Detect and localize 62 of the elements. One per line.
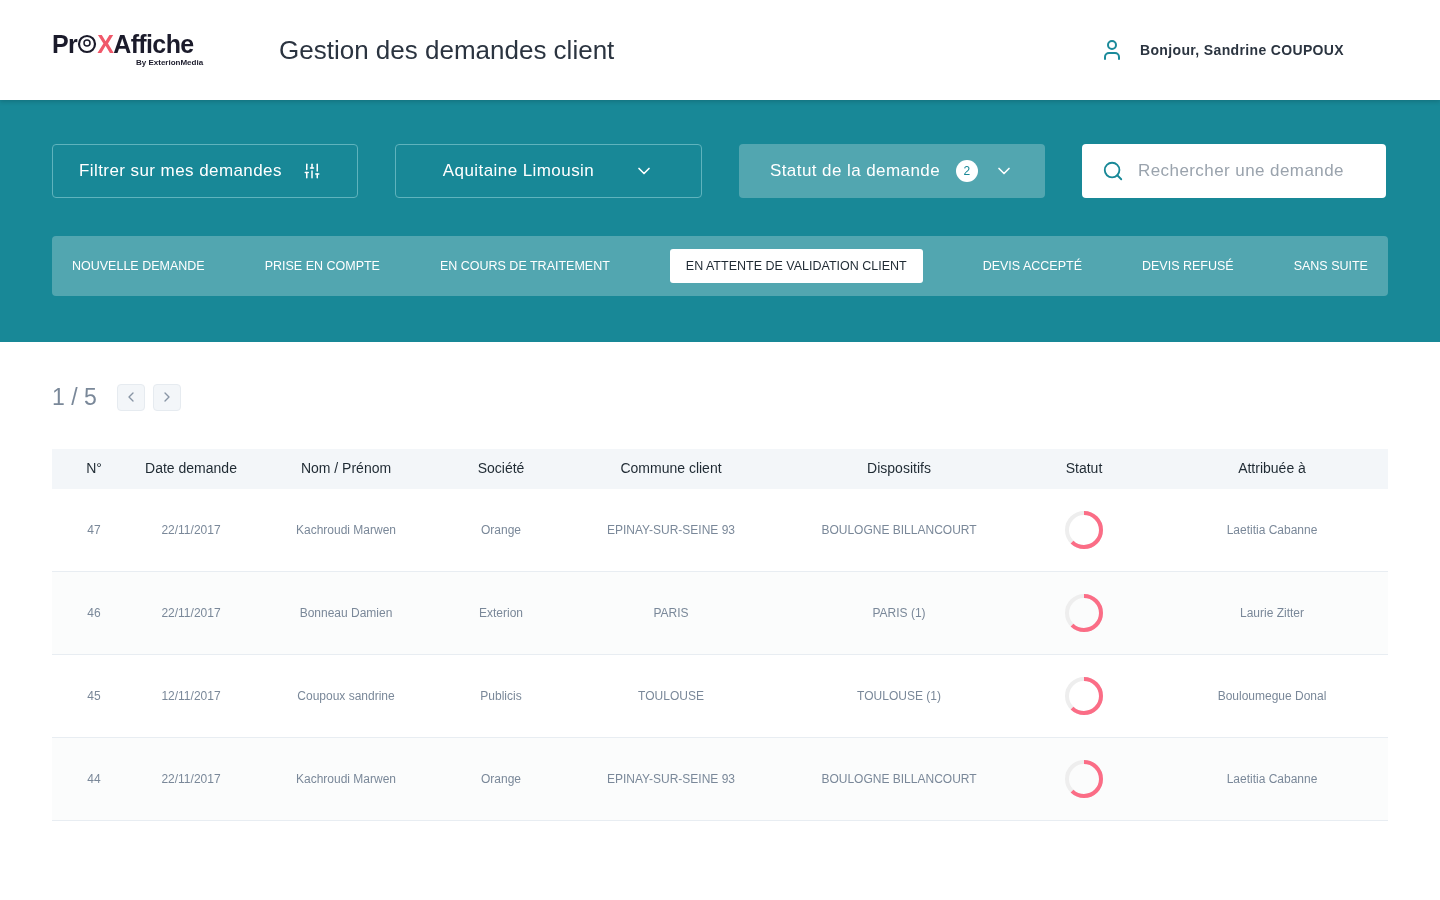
table-cell-text: Orange: [480, 521, 522, 539]
column-header: Société: [476, 459, 526, 478]
table-cell-text: Publicis: [479, 687, 523, 705]
region-dropdown[interactable]: Aquitaine Limousin: [395, 144, 702, 198]
status-tab[interactable]: EN COURS DE TRAITEMENT: [439, 249, 610, 283]
status-tab[interactable]: DEVIS REFUSÉ: [1141, 249, 1234, 283]
table-cell-text: Bouloumegue Donal: [1216, 687, 1328, 705]
next-page-button[interactable]: [152, 383, 181, 411]
column-header: Statut: [1064, 459, 1104, 478]
progress-ring: [1063, 674, 1105, 717]
status-tab[interactable]: NOUVELLE DEMANDE: [72, 249, 205, 283]
column-header: Nom / Prénom: [299, 459, 393, 478]
table-cell-text: 47: [86, 521, 102, 539]
logo: Pr XAffiche By ExterionMedia: [52, 31, 205, 69]
status-tab[interactable]: SANS SUITE: [1293, 249, 1368, 283]
table-cell-text: EPINAY-SUR-SEINE 93: [605, 770, 736, 788]
table-cell-text: Bonneau Damien: [298, 604, 394, 622]
table-cell-text: Orange: [480, 770, 522, 788]
progress-ring: [1063, 757, 1105, 800]
table-cell-text: TOULOUSE: [637, 687, 705, 705]
table-cell-text: 45: [86, 687, 102, 705]
table-cell-text: 12/11/2017: [160, 687, 222, 705]
previous-page-button[interactable]: [116, 383, 145, 411]
status-tab[interactable]: PRISE EN COMPTE: [264, 249, 380, 283]
table-cell-text: Laetitia Cabanne: [1225, 770, 1319, 788]
table-cell-text: 22/11/2017: [160, 604, 222, 622]
search-icon: [1102, 160, 1124, 182]
table-cell-text: Kachroudi Marwen: [294, 521, 398, 539]
table-cell-text: Laetitia Cabanne: [1225, 521, 1319, 539]
table-cell-text: Exterion: [478, 604, 524, 622]
table-cell-text: TOULOUSE (1): [856, 687, 942, 705]
column-header: N°: [85, 459, 103, 478]
table-cell-text: PARIS: [652, 604, 690, 622]
column-header: Dispositifs: [866, 459, 932, 478]
greeting: Bonjour, Sandrine COUPOUX: [1140, 40, 1344, 60]
table-cell-text: EPINAY-SUR-SEINE 93: [605, 521, 736, 539]
progress-ring: [1063, 591, 1105, 634]
status-dropdown[interactable]: Statut de la demande 2: [739, 144, 1045, 198]
table-cell-text: BOULOGNE BILLANCOURT: [820, 521, 978, 539]
count-badge: 2: [956, 160, 979, 182]
table-cell-text: 44: [86, 770, 102, 788]
page-title: Gestion des demandes client: [279, 33, 615, 67]
table-cell-text: PARIS (1): [871, 604, 927, 622]
filter-button[interactable]: Filtrer sur mes demandes: [52, 144, 358, 198]
table-cell-text: 46: [86, 604, 102, 622]
table-row[interactable]: 46 22/11/2017 Bonneau Damien Exterion PARIS PARIS (1) Laurie Zitter: [52, 571, 1388, 655]
table-row[interactable]: 44 22/11/2017 Kachroudi Marwen Orange EPINAY-SUR-SEINE 93 BOULOGNE BILLANCOURT Laetitia Cabanne: [52, 737, 1388, 821]
progress-ring: [1063, 508, 1105, 551]
table-cell-text: Laurie Zitter: [1239, 604, 1305, 622]
page-counter: 1 / 5: [52, 383, 97, 412]
status-tab[interactable]: DEVIS ACCEPTÉ: [982, 249, 1082, 283]
column-header: Attribuée à: [1237, 459, 1307, 478]
table-cell-text: 22/11/2017: [160, 770, 222, 788]
sliders-icon: [303, 162, 321, 180]
column-header: Date demande: [144, 459, 238, 478]
table-cell-text: Kachroudi Marwen: [294, 770, 398, 788]
table-cell-text: BOULOGNE BILLANCOURT: [820, 770, 978, 788]
table-cell-text: Coupoux sandrine: [296, 687, 396, 705]
search-field[interactable]: Rechercher une demande: [1082, 144, 1386, 198]
column-header: Commune client: [619, 459, 723, 478]
status-tab[interactable]: EN ATTENTE DE VALIDATION CLIENT: [669, 249, 923, 283]
table-cell-text: 22/11/2017: [160, 521, 222, 539]
